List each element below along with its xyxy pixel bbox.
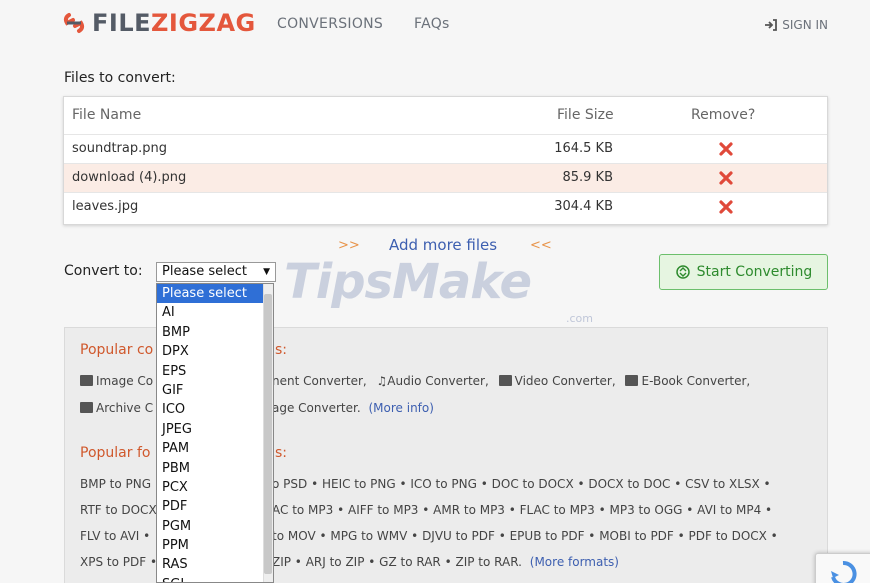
convert-to-label: Convert to: (64, 263, 143, 279)
ebook-icon (625, 375, 639, 386)
start-converting-button[interactable]: Start Converting (659, 254, 828, 290)
logo-text-zigzag: ZIGZAG (151, 9, 256, 37)
format-links-left[interactable]: BMP to PNG (80, 477, 151, 491)
page: FILEZIGZAG CONVERSIONS FAQs SIGN IN File… (0, 0, 870, 583)
dropdown-option[interactable]: SGI (157, 575, 273, 582)
popular-formats-heading: Popular fo (80, 445, 151, 461)
nav-faqs[interactable]: FAQs (414, 16, 450, 32)
format-links-right[interactable]: o PSD • HEIC to PNG • ICO to PNG • DOC t… (272, 477, 771, 491)
column-header-remove: Remove? (691, 107, 756, 123)
watermark-domain: .com (566, 312, 593, 325)
chevron-left-icon: << (530, 238, 552, 253)
files-table: File Name File Size Remove? soundtrap.pn… (63, 96, 828, 225)
table-row: soundtrap.png 164.5 KB (64, 134, 827, 163)
format-select[interactable]: Please select ▼ (156, 262, 276, 282)
file-name: leaves.jpg (72, 199, 139, 214)
files-to-convert-label: Files to convert: (64, 70, 176, 86)
converter-links-line-2: Archive C (80, 401, 153, 415)
image-converter-link[interactable]: Image Co (96, 374, 153, 388)
recaptcha-badge[interactable] (815, 553, 870, 583)
format-select-value: Please select (162, 264, 247, 279)
table-row: leaves.jpg 304.4 KB (64, 192, 827, 221)
format-links-left[interactable]: XPS to PDF • (80, 555, 157, 569)
dropdown-option[interactable]: EPS (157, 362, 273, 381)
more-info-link[interactable]: (More info) (368, 401, 433, 415)
nav-conversions[interactable]: CONVERSIONS (277, 16, 383, 32)
zigzag-logo-icon (63, 13, 85, 33)
sign-in-icon (765, 19, 778, 31)
logo-text: FILEZIGZAG (92, 9, 256, 37)
file-size: 304.4 KB (554, 199, 613, 214)
video-icon (498, 375, 512, 386)
dropdown-option[interactable]: DPX (157, 342, 273, 361)
image-icon (80, 375, 93, 386)
file-size: 85.9 KB (562, 170, 613, 185)
format-links-left[interactable]: FLV to AVI • (80, 529, 150, 543)
file-name: soundtrap.png (72, 141, 167, 156)
column-header-file-size: File Size (557, 107, 614, 123)
format-links-right[interactable]: ZIP • ARJ to ZIP • GZ to RAR • ZIP to RA… (272, 555, 522, 569)
format-links-right[interactable]: AC to MP3 • AIFF to MP3 • AMR to MP3 • F… (272, 503, 772, 517)
top-header: FILEZIGZAG CONVERSIONS FAQs SIGN IN (0, 0, 870, 50)
format-links-left[interactable]: RTF to DOCX (80, 503, 157, 517)
remove-icon[interactable] (718, 141, 734, 157)
audio-converter-link[interactable]: Audio Converter, (387, 374, 489, 388)
dropdown-option[interactable]: GIF (157, 381, 273, 400)
dropdown-option[interactable]: PDF (157, 497, 273, 516)
dropdown-option[interactable]: ICO (157, 400, 273, 419)
dropdown-option[interactable]: RAS (157, 555, 273, 574)
logo[interactable]: FILEZIGZAG (60, 9, 256, 37)
dropdown-option[interactable]: JPEG (157, 420, 273, 439)
remove-icon[interactable] (718, 170, 734, 186)
archive-icon (80, 402, 93, 413)
dropdown-scrollbar[interactable] (263, 284, 273, 582)
file-name: download (4).png (72, 170, 187, 185)
convert-arrows-icon (675, 265, 690, 279)
start-converting-label: Start Converting (696, 264, 813, 280)
dropdown-option[interactable]: PCX (157, 478, 273, 497)
sign-in-label: SIGN IN (782, 18, 828, 32)
dropdown-option[interactable]: PBM (157, 459, 273, 478)
format-links-right[interactable]: to MOV • MPG to WMV • DJVU to PDF • EPUB… (272, 529, 778, 543)
file-size: 164.5 KB (554, 141, 613, 156)
format-links-right-last: ZIP • ARJ to ZIP • GZ to RAR • ZIP to RA… (272, 555, 619, 569)
add-more-files-link[interactable]: Add more files (389, 236, 497, 254)
dropdown-option[interactable]: AI (157, 303, 273, 322)
archive-converter-link[interactable]: Archive C (96, 401, 153, 415)
more-formats-link[interactable]: (More formats) (530, 555, 619, 569)
converter-links-line-2b: age Converter. (More info) (272, 401, 434, 415)
sign-in-link[interactable]: SIGN IN (764, 18, 828, 32)
logo-text-file: FILE (92, 9, 152, 37)
chevron-down-icon: ▼ (263, 267, 270, 277)
dropdown-scrollbar-thumb[interactable] (264, 294, 272, 574)
webpage-converter-link[interactable]: age Converter. (272, 401, 361, 415)
table-row: download (4).png 85.9 KB (64, 163, 827, 192)
document-converter-link[interactable]: nent Converter, (272, 374, 367, 388)
popular-formats-heading-end: s: (275, 445, 288, 461)
watermark: TipsMake (284, 254, 532, 310)
chevron-right-icon: >> (338, 238, 360, 253)
popular-conversions-heading-end: s: (275, 342, 288, 358)
ebook-converter-link[interactable]: E-Book Converter, (641, 374, 750, 388)
dropdown-option[interactable]: PPM (157, 536, 273, 555)
format-dropdown-list: Please select AI BMP DPX EPS GIF ICO JPE… (156, 283, 274, 583)
popular-conversions-heading: Popular co (80, 342, 154, 358)
remove-icon[interactable] (718, 199, 734, 215)
dropdown-option[interactable]: Please select (157, 284, 273, 304)
dropdown-option[interactable]: PAM (157, 439, 273, 458)
column-header-file-name: File Name (72, 107, 142, 123)
dropdown-option[interactable]: PGM (157, 517, 273, 536)
converter-links-line-1: Image Co (80, 374, 153, 388)
dropdown-option[interactable]: BMP (157, 323, 273, 342)
audio-icon: ♫ (376, 374, 388, 388)
video-converter-link[interactable]: Video Converter, (515, 374, 616, 388)
converter-links-line-1b: nent Converter, ♫Audio Converter, Video … (272, 374, 750, 388)
recaptcha-icon (831, 561, 857, 583)
